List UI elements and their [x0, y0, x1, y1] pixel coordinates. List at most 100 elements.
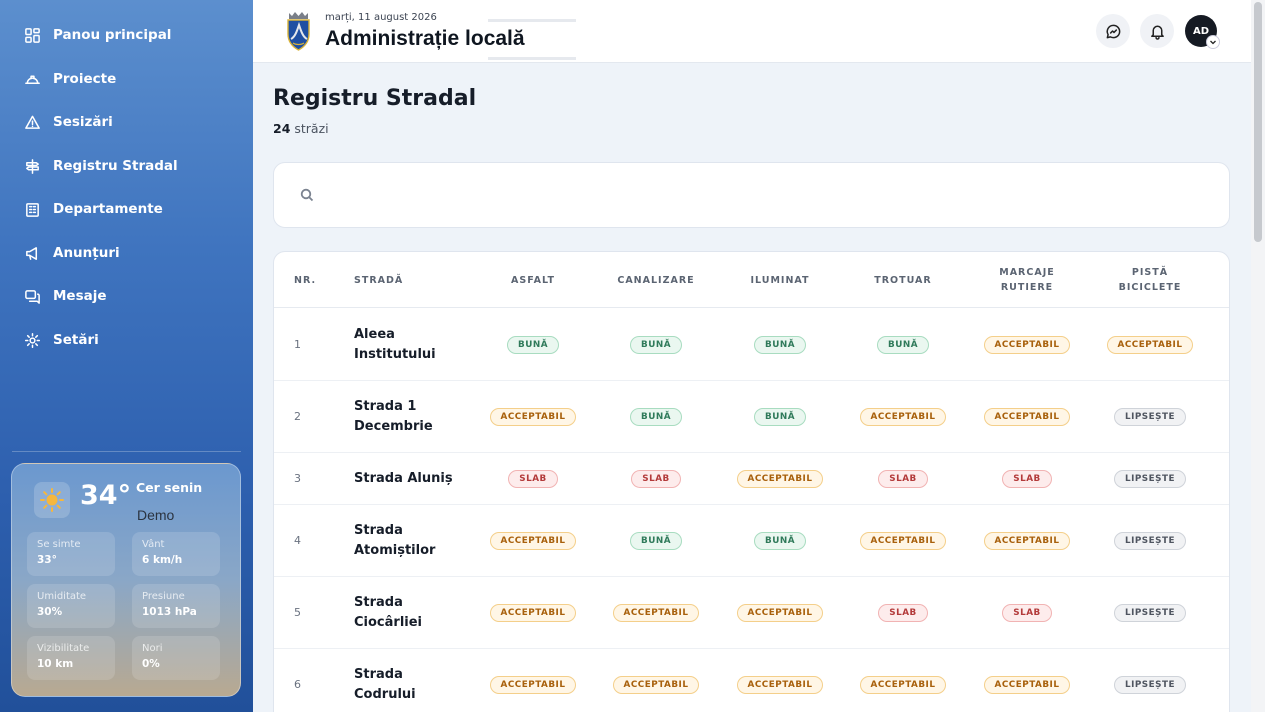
sidebar-item-label: Departamente: [53, 201, 163, 217]
sidewalk-cell: SLAB: [843, 577, 963, 648]
table-row[interactable]: 6 Strada Codrului ACCEPTABIL ACCEPTABIL ACCE…: [274, 649, 1229, 712]
status-badge: LIPSEȘTE: [1113, 469, 1187, 488]
street-registry-table: NR. STRADĂ ASFALT CANALIZARE ILUMINAT TR…: [273, 251, 1230, 712]
status-badge: ACCEPTABIL: [489, 603, 577, 622]
weather-stat-pressure: Presiune 1013 hPa: [132, 584, 220, 628]
road-markings-cell: ACCEPTABIL: [967, 649, 1087, 712]
header-divider: [488, 19, 576, 22]
street-name[interactable]: Aleea Institutului: [354, 325, 464, 365]
chat-icon: [1106, 24, 1120, 38]
sewerage-cell: BUNĂ: [596, 381, 716, 452]
street-name[interactable]: Strada Ciocârliei: [354, 593, 464, 633]
status-badge: ACCEPTABIL: [736, 469, 824, 488]
sidebar-item-settings[interactable]: Setări: [24, 329, 99, 351]
street-count-number: 24: [273, 121, 291, 136]
column-header-asphalt: ASFALT: [511, 274, 555, 286]
dashboard-icon: [25, 27, 40, 43]
weather-stat-visibility: Vizibilitate 10 km: [27, 636, 115, 680]
status-badge: ACCEPTABIL: [859, 675, 947, 694]
weather-stat-wind: Vânt 6 km/h: [132, 532, 220, 576]
street-name[interactable]: Strada Atomiștilor: [354, 521, 464, 561]
notifications-button[interactable]: [1140, 14, 1174, 48]
sidebar-item-messages[interactable]: Mesaje: [24, 285, 107, 307]
table-header: NR. STRADĂ ASFALT CANALIZARE ILUMINAT TR…: [274, 252, 1229, 308]
status-badge: BUNĂ: [506, 335, 560, 354]
weather-stat-label: Vânt: [142, 539, 165, 550]
sidebar-divider: [12, 451, 241, 452]
column-header-lighting: ILUMINAT: [750, 274, 810, 286]
road-markings-cell: ACCEPTABIL: [967, 505, 1087, 576]
weather-stat-value: 30%: [37, 606, 63, 618]
street-cell: Strada Ciocârliei: [354, 577, 464, 648]
weather-stat-label: Nori: [142, 643, 163, 654]
sewerage-cell: BUNĂ: [596, 505, 716, 576]
asphalt-cell: ACCEPTABIL: [473, 577, 593, 648]
lighting-cell: BUNĂ: [720, 381, 840, 452]
header-title: Administrație locală: [325, 27, 525, 50]
status-badge: ACCEPTABIL: [859, 407, 947, 426]
column-header-road-markings: MARCAJE RUTIERE: [999, 267, 1055, 293]
asphalt-cell: BUNĂ: [473, 309, 593, 380]
sewerage-cell: SLAB: [596, 453, 716, 504]
street-name[interactable]: Strada Aluniș: [354, 469, 453, 489]
sidebar-item-label: Registru Stradal: [53, 158, 178, 174]
sidebar-item-projects[interactable]: Proiecte: [24, 68, 116, 90]
row-number: 1: [294, 338, 301, 351]
status-badge: BUNĂ: [629, 531, 683, 550]
sidewalk-cell: ACCEPTABIL: [843, 381, 963, 452]
sun-icon: [34, 482, 70, 518]
weather-widget: 34° Cer senin Demo Se simte 33° Vânt 6 k…: [11, 463, 241, 697]
sewerage-cell: ACCEPTABIL: [596, 649, 716, 712]
status-badge: BUNĂ: [753, 531, 807, 550]
lighting-cell: BUNĂ: [720, 309, 840, 380]
sidebar-item-label: Panou principal: [53, 27, 172, 43]
chevron-down-icon[interactable]: [1206, 35, 1220, 49]
weather-demo-label: Demo: [137, 507, 175, 523]
status-badge: ACCEPTABIL: [859, 531, 947, 550]
bell-icon: [1150, 25, 1164, 40]
sidewalk-cell: SLAB: [843, 453, 963, 504]
road-markings-cell: ACCEPTABIL: [967, 381, 1087, 452]
status-badge: BUNĂ: [629, 335, 683, 354]
table-row[interactable]: 2 Strada 1 Decembrie ACCEPTABIL BUNĂ BUNĂ ACC…: [274, 381, 1229, 453]
weather-condition: Cer senin: [136, 480, 203, 495]
chat-button[interactable]: [1096, 14, 1130, 48]
table-row[interactable]: 1 Aleea Institutului BUNĂ BUNĂ BUNĂ BUNĂ ACCEP…: [274, 309, 1229, 381]
status-badge: ACCEPTABIL: [489, 531, 577, 550]
bike-lane-cell: LIPSEȘTE: [1090, 381, 1210, 452]
status-badge: ACCEPTABIL: [736, 675, 824, 694]
street-cell: Strada Aluniș: [354, 453, 464, 504]
sidebar-item-dashboard[interactable]: Panou principal: [24, 24, 171, 46]
street-cell: Strada Atomiștilor: [354, 505, 464, 576]
sidebar-item-street-registry[interactable]: Registru Stradal: [24, 155, 178, 177]
status-badge: BUNĂ: [753, 335, 807, 354]
search-input[interactable]: [328, 179, 1208, 213]
row-number: 4: [294, 534, 301, 547]
sidebar-item-announcements[interactable]: Anunțuri: [24, 242, 120, 264]
street-count-label: străzi: [290, 121, 329, 136]
status-badge: LIPSEȘTE: [1113, 675, 1187, 694]
bike-lane-cell: LIPSEȘTE: [1090, 505, 1210, 576]
street-count: 24 străzi: [273, 121, 329, 136]
road-markings-cell: SLAB: [967, 577, 1087, 648]
street-name[interactable]: Strada Codrului: [354, 665, 464, 705]
status-badge: ACCEPTABIL: [1106, 335, 1194, 354]
sidebar-item-departments[interactable]: Departamente: [24, 198, 163, 220]
page-scrollbar-thumb[interactable]: [1254, 2, 1262, 242]
street-name[interactable]: Strada 1 Decembrie: [354, 397, 464, 437]
weather-stat-clouds: Nori 0%: [132, 636, 220, 680]
asphalt-cell: ACCEPTABIL: [473, 381, 593, 452]
bike-lane-cell: LIPSEȘTE: [1090, 453, 1210, 504]
table-row[interactable]: 5 Strada Ciocârliei ACCEPTABIL ACCEPTABIL AC…: [274, 577, 1229, 649]
table-row[interactable]: 3 Strada Aluniș SLAB SLAB ACCEPTABIL SLAB SLAB…: [274, 453, 1229, 505]
table-row[interactable]: 4 Strada Atomiștilor ACCEPTABIL BUNĂ BUNĂ ACC…: [274, 505, 1229, 577]
weather-stat-value: 10 km: [37, 658, 74, 670]
column-header-sewerage: CANALIZARE: [617, 274, 695, 286]
weather-stat-value: 0%: [142, 658, 160, 670]
status-badge: ACCEPTABIL: [983, 675, 1071, 694]
helmet-icon: [25, 74, 40, 84]
status-badge: BUNĂ: [629, 407, 683, 426]
asphalt-cell: ACCEPTABIL: [473, 505, 593, 576]
bike-lane-cell: LIPSEȘTE: [1090, 577, 1210, 648]
sidebar-item-reports[interactable]: Sesizări: [24, 111, 113, 133]
